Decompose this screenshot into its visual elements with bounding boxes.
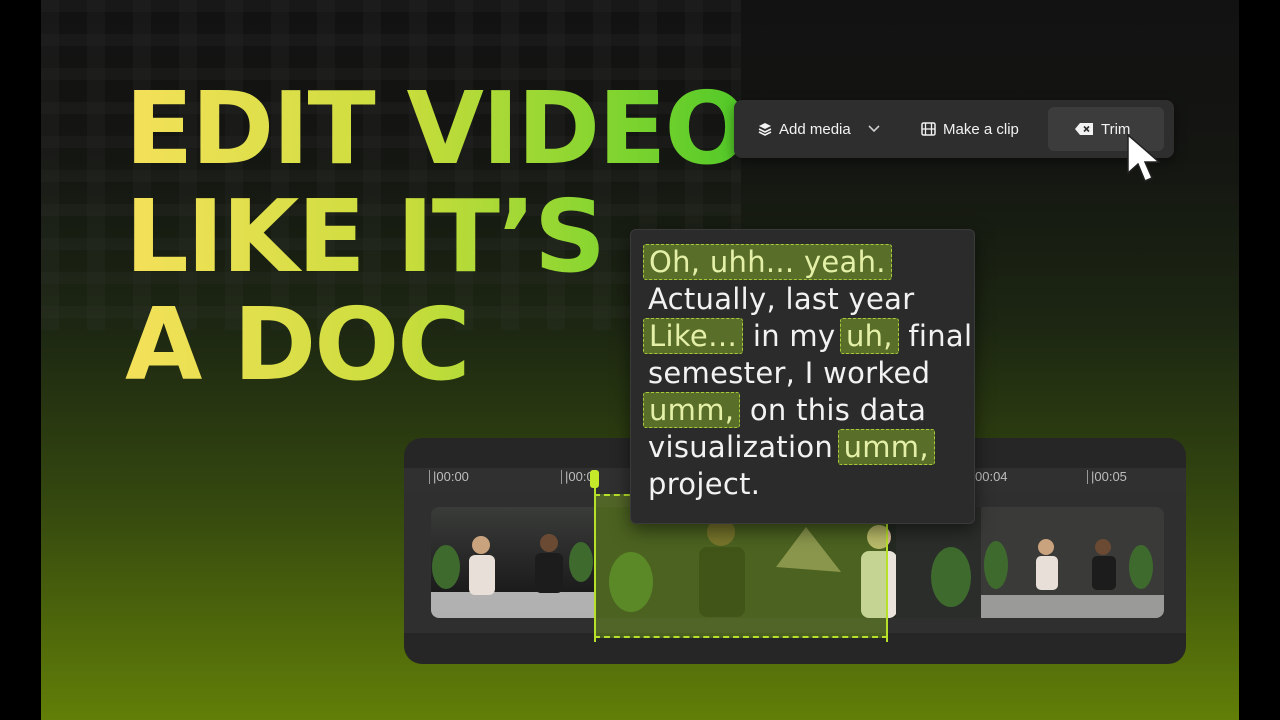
filler-word-highlight[interactable]: umm, bbox=[837, 429, 935, 465]
make-clip-label: Make a clip bbox=[943, 120, 1019, 138]
transcript-line: visualization umm, bbox=[648, 429, 935, 466]
transcript-text[interactable]: on this data bbox=[740, 393, 926, 427]
transcript-line: Like… in my uh, final bbox=[643, 318, 973, 355]
backspace-icon bbox=[1075, 123, 1093, 135]
headline-line-1: EDIT VIDEO bbox=[125, 70, 748, 187]
playhead-handle[interactable] bbox=[590, 470, 599, 488]
promo-stage: EDIT VIDEO LIKE IT’S A DOC Add media Mak… bbox=[41, 0, 1239, 720]
transcript-line: umm, on this data bbox=[643, 392, 926, 429]
add-media-button[interactable]: Add media bbox=[758, 110, 880, 148]
time-tick: 00:04 bbox=[975, 469, 1008, 484]
layers-icon bbox=[758, 123, 772, 136]
transcript-panel: Oh, uhh... yeah. Actually, last year Lik… bbox=[630, 229, 975, 524]
time-tick: |00:0 bbox=[561, 470, 594, 484]
time-tick: |00:05 bbox=[1087, 470, 1127, 484]
editor-toolbar: Add media Make a clip Trim bbox=[734, 100, 1174, 158]
transcript-text[interactable]: final bbox=[899, 319, 973, 353]
transcript-line[interactable]: semester, I worked bbox=[648, 355, 930, 392]
filler-word-highlight[interactable]: Oh, uhh... yeah. bbox=[643, 244, 892, 280]
film-icon bbox=[921, 122, 936, 136]
selection-start-handle[interactable] bbox=[594, 474, 596, 642]
transcript-text[interactable]: visualization bbox=[648, 430, 843, 464]
transcript-line: Oh, uhh... yeah. bbox=[643, 244, 892, 281]
mouse-pointer-icon bbox=[1127, 133, 1162, 182]
time-tick: |00:00 bbox=[429, 470, 469, 484]
filler-word-highlight[interactable]: umm, bbox=[643, 392, 741, 428]
transcript-line[interactable]: project. bbox=[648, 466, 760, 503]
chevron-down-icon[interactable] bbox=[868, 125, 880, 133]
filler-word-highlight[interactable]: uh, bbox=[839, 318, 899, 354]
transcript-line[interactable]: Actually, last year bbox=[648, 281, 914, 318]
transcript-text[interactable]: in my bbox=[743, 319, 845, 353]
add-media-label: Add media bbox=[779, 120, 851, 138]
make-clip-button[interactable]: Make a clip bbox=[921, 110, 1019, 148]
filler-word-highlight[interactable]: Like… bbox=[643, 318, 744, 354]
